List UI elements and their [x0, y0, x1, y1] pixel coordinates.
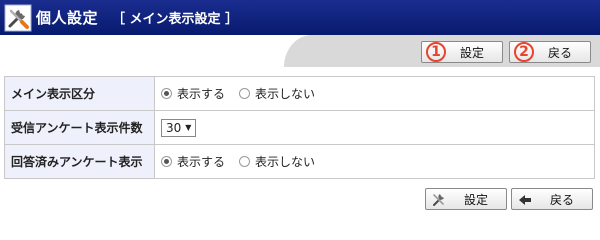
title-bar: 個人設定 ［ メイン表示設定 ］ [0, 0, 600, 35]
marker-2: 2 [514, 42, 534, 62]
radio-unchecked-icon [239, 156, 251, 167]
answered-display-show-radio[interactable]: 表示する [161, 153, 225, 170]
marker-1: 1 [426, 42, 446, 62]
bottom-save-button[interactable]: 設定 [425, 188, 507, 210]
radio-label: 表示しない [255, 155, 316, 169]
tools-icon [4, 4, 32, 32]
tools-icon [431, 192, 447, 208]
radio-checked-icon [161, 88, 172, 99]
dropdown-arrow-icon: ▼ [185, 123, 192, 132]
back-button-label: 戻る [547, 45, 572, 60]
row-label: メイン表示区分 [4, 76, 155, 111]
display-mode-radio-group: 表示する 表示しない [161, 85, 588, 102]
radio-label: 表示する [177, 155, 226, 169]
bottom-back-button[interactable]: 戻る [511, 188, 593, 210]
radio-label: 表示する [177, 87, 226, 101]
display-mode-hide-radio[interactable]: 表示しない [239, 85, 315, 102]
page-title: 個人設定 [36, 9, 99, 27]
page-subtitle: ［ メイン表示設定 ］ [112, 12, 239, 27]
top-save-button[interactable]: 1 設定 [421, 41, 503, 63]
settings-table: メイン表示区分 表示する 表示しない 受信アンケート表示件数 30 ▼ 回答済み… [4, 76, 595, 179]
row-label: 回答済みアンケート表示 [4, 144, 155, 179]
display-mode-show-radio[interactable]: 表示する [161, 85, 225, 102]
settings-row-display-mode: メイン表示区分 表示する 表示しない [4, 76, 595, 111]
radio-label: 表示しない [255, 87, 316, 101]
row-value: 表示する 表示しない [154, 144, 595, 179]
top-back-button[interactable]: 2 戻る [509, 41, 591, 63]
row-label: 受信アンケート表示件数 [4, 110, 155, 145]
select-value: 30 [166, 120, 182, 135]
radio-checked-icon [161, 156, 172, 167]
settings-row-survey-count: 受信アンケート表示件数 30 ▼ [4, 110, 595, 145]
row-value: 表示する 表示しない [154, 76, 595, 111]
settings-row-answered-display: 回答済みアンケート表示 表示する 表示しない [4, 144, 595, 179]
survey-count-select[interactable]: 30 ▼ [161, 118, 197, 137]
save-button-label: 設定 [459, 45, 484, 60]
back-button-label: 戻る [549, 192, 574, 207]
answered-display-radio-group: 表示する 表示しない [161, 153, 588, 170]
answered-display-hide-radio[interactable]: 表示しない [239, 153, 315, 170]
radio-unchecked-icon [239, 88, 251, 99]
row-value: 30 ▼ [154, 110, 595, 145]
save-button-label: 設定 [463, 192, 488, 207]
back-arrow-icon [517, 192, 533, 208]
